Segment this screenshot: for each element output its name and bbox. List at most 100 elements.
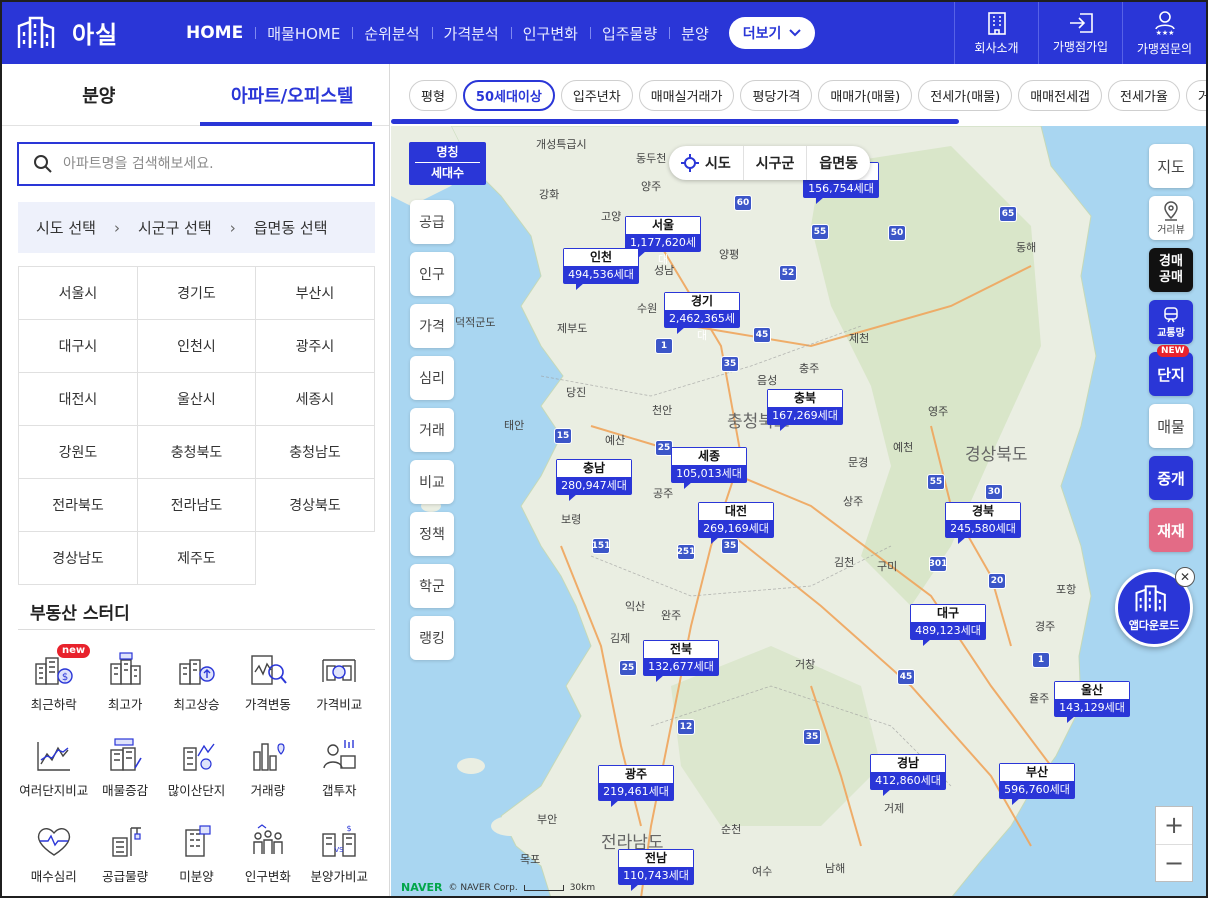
region-seoul[interactable]: 서울시	[19, 267, 138, 320]
tool-supply[interactable]: 공급	[410, 200, 454, 244]
region-marker-chungnam[interactable]: 충남 280,947세대	[556, 459, 632, 501]
study-top-rise[interactable]: 최고상승	[161, 642, 232, 726]
region-marker-ulsan[interactable]: 울산 143,129세대	[1054, 681, 1130, 723]
brand-logo[interactable]: 아실	[16, 14, 118, 50]
broker-button[interactable]: 중개	[1149, 456, 1193, 500]
nav-price-analysis[interactable]: 가격분석	[431, 23, 511, 44]
study-population[interactable]: 인구변화	[232, 814, 303, 896]
region-busan[interactable]: 부산시	[256, 267, 375, 320]
study-gap-invest[interactable]: 갭투자	[304, 728, 375, 812]
study-unsold[interactable]: 미분양	[161, 814, 232, 896]
region-gyeongnam[interactable]: 경상남도	[19, 532, 138, 585]
filter-chip-size[interactable]: 평형	[409, 79, 457, 111]
region-jeonnam[interactable]: 전라남도	[138, 479, 256, 532]
region-gwangju[interactable]: 광주시	[256, 320, 375, 373]
region-chungnam[interactable]: 충청남도	[256, 426, 375, 479]
region-marker-gyeongbuk[interactable]: 경북 245,580세대	[945, 502, 1021, 544]
base-map[interactable]	[391, 126, 1206, 898]
region-marker-gyeongnam[interactable]: 경남 412,860세대	[870, 754, 946, 796]
nav-population[interactable]: 인구변화	[510, 23, 590, 44]
map-type-button[interactable]: 지도	[1149, 144, 1193, 188]
region-marker-gwangju[interactable]: 광주 219,461세대	[598, 765, 674, 807]
region-marker-chungbuk[interactable]: 충북 167,269세대	[767, 389, 843, 431]
study-supply[interactable]: 공급물량	[89, 814, 160, 896]
tool-compare[interactable]: 비교	[410, 460, 454, 504]
region-marker-incheon[interactable]: 인천 494,536세대	[563, 248, 639, 290]
tool-price[interactable]: 가격	[410, 304, 454, 348]
tool-ranking[interactable]: 랭킹	[410, 616, 454, 660]
close-icon[interactable]: ✕	[1175, 567, 1195, 587]
nav-listing-home[interactable]: 매물HOME	[255, 23, 352, 44]
region-marker-sejong[interactable]: 세종 105,013세대	[671, 447, 747, 489]
region-daejeon[interactable]: 대전시	[19, 373, 138, 426]
filter-chip-price-per-pyeong[interactable]: 평당가격	[740, 79, 813, 111]
nav-ranking[interactable]: 순위분석	[352, 23, 431, 44]
franchise-inquiry-button[interactable]: ★★★ 가맹점문의	[1122, 2, 1206, 64]
filter-chip-jeonse-ratio[interactable]: 전세가율	[1108, 79, 1180, 111]
region-daegu[interactable]: 대구시	[19, 320, 138, 373]
region-marker-jeonbuk[interactable]: 전북 132,677세대	[643, 640, 719, 682]
filter-chip-more[interactable]: 거	[1185, 79, 1206, 111]
region-chungbuk[interactable]: 충청북도	[138, 426, 256, 479]
filter-chip-50-households[interactable]: 50세대이상	[462, 79, 555, 111]
study-top-price[interactable]: 최고가	[89, 642, 160, 726]
region-marker-seoul[interactable]: 서울 1,177,620세대	[625, 216, 701, 266]
franchise-join-button[interactable]: 가맹점가입	[1038, 2, 1122, 64]
region-gangwon[interactable]: 강원도	[19, 426, 138, 479]
redevelopment-button[interactable]: 재재	[1149, 508, 1193, 552]
company-intro-button[interactable]: 회사소개	[954, 2, 1038, 64]
region-jeju[interactable]: 제주도	[138, 532, 256, 585]
search-icon[interactable]	[33, 154, 53, 174]
more-button[interactable]: 더보기	[728, 17, 816, 49]
transit-button[interactable]: 교통망	[1149, 300, 1193, 344]
level-sigungu[interactable]: 시구군	[742, 146, 807, 180]
filter-chip-move-in-years[interactable]: 입주년차	[560, 79, 633, 111]
region-marker-busan[interactable]: 부산 596,760세대	[999, 763, 1075, 805]
region-ulsan[interactable]: 울산시	[138, 373, 256, 426]
nav-supply[interactable]: 입주물량	[589, 23, 669, 44]
complex-button[interactable]: NEW 단지	[1149, 345, 1193, 396]
study-presale-compare[interactable]: VS $ 분양가비교	[304, 814, 375, 896]
filter-chip-jeonse-listing-price[interactable]: 전세가(매물)	[918, 79, 1013, 111]
region-incheon[interactable]: 인천시	[138, 320, 256, 373]
zoom-out-button[interactable]: −	[1156, 843, 1192, 881]
streetview-button[interactable]: 거리뷰	[1149, 196, 1193, 240]
study-multi-compare[interactable]: 여러단지비교	[18, 728, 89, 812]
region-gyeonggi[interactable]: 경기도	[138, 267, 256, 320]
auction-button[interactable]: 경매 공매	[1149, 248, 1193, 292]
select-sigungu[interactable]: 시군구 선택	[138, 217, 212, 238]
study-most-bought[interactable]: 많이산단지	[161, 728, 232, 812]
study-price-change[interactable]: 가격변동	[232, 642, 303, 726]
study-volume[interactable]: 거래량	[232, 728, 303, 812]
zoom-in-button[interactable]: +	[1156, 807, 1192, 844]
tab-apartment-officetel[interactable]: 아파트/오피스텔	[196, 64, 390, 125]
level-eupmyeondong[interactable]: 읍면동	[806, 146, 870, 180]
filter-chip-sale-listing-price[interactable]: 매매가(매물)	[818, 79, 913, 111]
region-jeonbuk[interactable]: 전라북도	[19, 479, 138, 532]
listing-button[interactable]: 매물	[1149, 404, 1193, 448]
study-listing-change[interactable]: 매물증감	[89, 728, 160, 812]
study-price-compare[interactable]: 가격비교	[304, 642, 375, 726]
study-recent-drop[interactable]: new $ 최근하락	[18, 642, 91, 726]
select-eupmyeondong[interactable]: 읍면동 선택	[254, 217, 328, 238]
filter-chip-actual-sale-price[interactable]: 매매실거래가	[638, 79, 735, 111]
apartment-search-input[interactable]	[63, 156, 343, 172]
region-sejong[interactable]: 세종시	[256, 373, 375, 426]
nav-presale[interactable]: 분양	[669, 23, 721, 44]
region-gyeongbuk[interactable]: 경상북도	[256, 479, 375, 532]
filter-chip-sale-jeonse-gap[interactable]: 매매전세갭	[1018, 79, 1103, 111]
tool-transactions[interactable]: 거래	[410, 408, 454, 452]
filter-scroll-indicator[interactable]	[391, 119, 959, 124]
tab-presale[interactable]: 분양	[2, 64, 196, 125]
region-marker-jeonnam[interactable]: 전남 110,743세대	[618, 849, 694, 891]
tool-sentiment[interactable]: 심리	[410, 356, 454, 400]
tool-population[interactable]: 인구	[410, 252, 454, 296]
region-marker-gyeonggi[interactable]: 경기 2,462,365세대	[664, 292, 740, 342]
tool-school-district[interactable]: 학군	[410, 564, 454, 608]
nav-home[interactable]: HOME	[174, 23, 255, 43]
study-buyer-sentiment[interactable]: 매수심리	[18, 814, 89, 896]
map-area[interactable]: 개성특급시 동두천 강화 양주 고양 양평 성남 수원 제부도 덕적군도 당진 …	[391, 64, 1206, 898]
select-sido[interactable]: 시도 선택	[36, 217, 96, 238]
level-sido[interactable]: 시도	[669, 146, 743, 180]
region-marker-daejeon[interactable]: 대전 269,169세대	[698, 502, 774, 544]
